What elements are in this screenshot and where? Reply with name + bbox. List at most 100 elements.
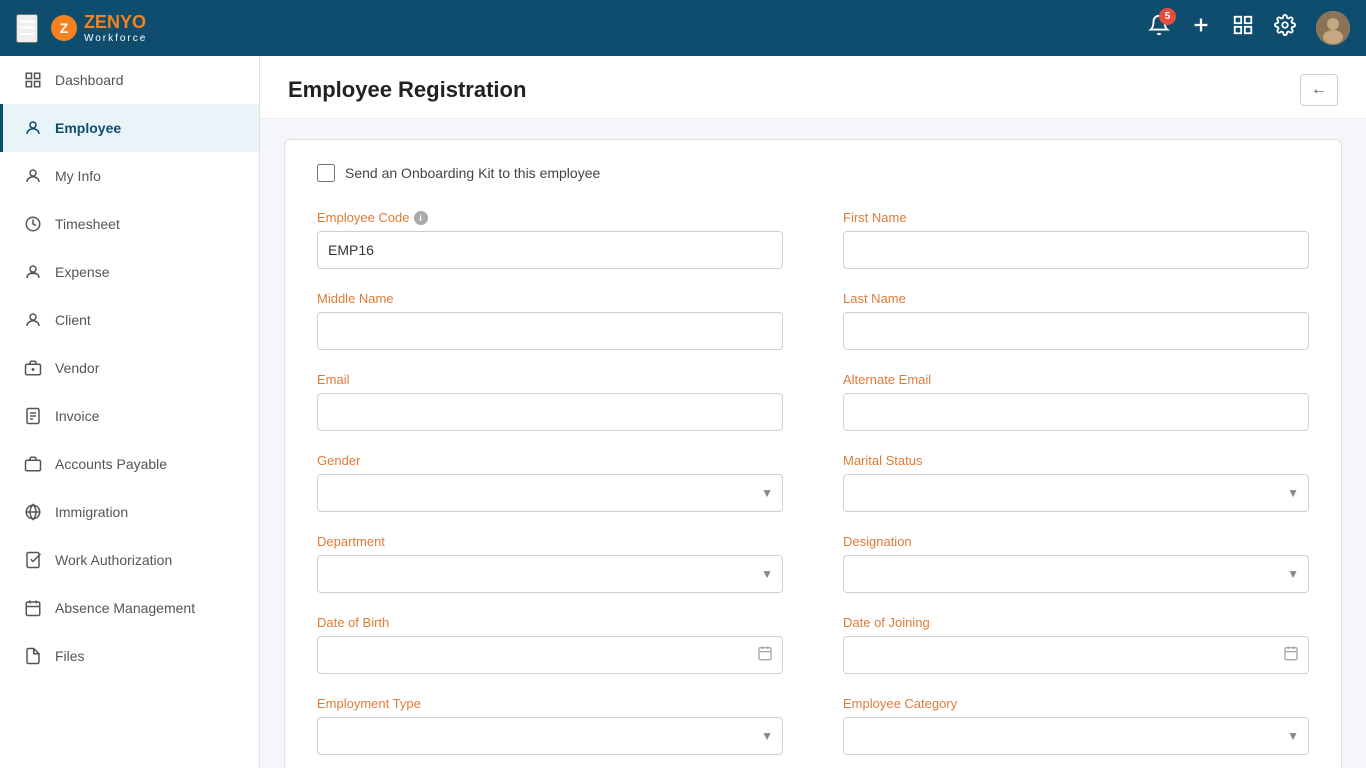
dob-date-wrap — [317, 636, 783, 674]
sidebar-item-client[interactable]: Client — [0, 296, 259, 344]
sidebar-item-label: Accounts Payable — [55, 456, 167, 472]
sidebar-item-label: Client — [55, 312, 91, 328]
sidebar-item-accounts-payable[interactable]: Accounts Payable — [0, 440, 259, 488]
sidebar-item-myinfo[interactable]: My Info — [0, 152, 259, 200]
dob-label: Date of Birth — [317, 615, 783, 630]
sidebar-item-expense[interactable]: Expense — [0, 248, 259, 296]
middle-name-field: Middle Name — [317, 291, 783, 350]
sidebar: Dashboard Employee My Info — [0, 56, 260, 768]
hamburger-button[interactable]: ☰ — [16, 14, 38, 43]
doj-input[interactable] — [843, 636, 1309, 674]
grid-button[interactable] — [1232, 14, 1254, 42]
employee-category-select-wrap: ▼ — [843, 717, 1309, 755]
back-button[interactable]: ← — [1300, 74, 1338, 106]
settings-button[interactable] — [1274, 14, 1296, 42]
dob-input[interactable] — [317, 636, 783, 674]
employee-category-field: Employee Category ▼ — [843, 696, 1309, 755]
main-layout: Dashboard Employee My Info — [0, 56, 1366, 768]
doj-field: Date of Joining — [843, 615, 1309, 674]
page-header: Employee Registration ← — [260, 56, 1366, 119]
svg-text:Z: Z — [60, 20, 69, 36]
vendor-icon — [23, 358, 43, 378]
onboarding-row: Send an Onboarding Kit to this employee — [317, 164, 1309, 182]
dashboard-icon — [23, 70, 43, 90]
page-title: Employee Registration — [288, 77, 526, 103]
marital-status-label: Marital Status — [843, 453, 1309, 468]
employment-type-field: Employment Type ▼ — [317, 696, 783, 755]
sidebar-item-vendor[interactable]: Vendor — [0, 344, 259, 392]
employee-category-label: Employee Category — [843, 696, 1309, 711]
last-name-input[interactable] — [843, 312, 1309, 350]
logo: Z ZENYO Workforce — [50, 13, 147, 44]
designation-label: Designation — [843, 534, 1309, 549]
onboarding-checkbox[interactable] — [317, 164, 335, 182]
employment-type-select[interactable] — [317, 717, 783, 755]
employee-code-input[interactable] — [317, 231, 783, 269]
sidebar-item-label: My Info — [55, 168, 101, 184]
employee-category-select[interactable] — [843, 717, 1309, 755]
department-select[interactable] — [317, 555, 783, 593]
sidebar-item-dashboard[interactable]: Dashboard — [0, 56, 259, 104]
marital-status-select[interactable]: Single Married — [843, 474, 1309, 512]
form-container: Send an Onboarding Kit to this employee … — [284, 139, 1342, 768]
add-button[interactable] — [1190, 14, 1212, 42]
sidebar-item-label: Work Authorization — [55, 552, 172, 568]
last-name-label: Last Name — [843, 291, 1309, 306]
workauth-icon — [23, 550, 43, 570]
gender-select[interactable]: Male Female Other — [317, 474, 783, 512]
client-icon — [23, 310, 43, 330]
onboarding-label[interactable]: Send an Onboarding Kit to this employee — [345, 165, 600, 181]
email-field: Email — [317, 372, 783, 431]
back-icon: ← — [1311, 81, 1327, 98]
alternate-email-label: Alternate Email — [843, 372, 1309, 387]
gender-label: Gender — [317, 453, 783, 468]
notification-button[interactable]: 5 — [1148, 14, 1170, 42]
sidebar-item-label: Absence Management — [55, 600, 195, 616]
sidebar-item-label: Vendor — [55, 360, 99, 376]
sidebar-item-label: Invoice — [55, 408, 99, 424]
alternate-email-field: Alternate Email — [843, 372, 1309, 431]
employee-code-label: Employee Code i — [317, 210, 783, 225]
user-avatar[interactable] — [1316, 11, 1350, 45]
sidebar-item-work-authorization[interactable]: Work Authorization — [0, 536, 259, 584]
avatar-initials — [1316, 11, 1350, 45]
designation-select-wrap: ▼ — [843, 555, 1309, 593]
employee-icon — [23, 118, 43, 138]
designation-field: Designation ▼ — [843, 534, 1309, 593]
designation-select[interactable] — [843, 555, 1309, 593]
sidebar-item-label: Immigration — [55, 504, 128, 520]
sidebar-item-timesheet[interactable]: Timesheet — [0, 200, 259, 248]
email-label: Email — [317, 372, 783, 387]
logo-icon: Z — [50, 14, 78, 42]
employee-code-field: Employee Code i — [317, 210, 783, 269]
sidebar-item-immigration[interactable]: Immigration — [0, 488, 259, 536]
employment-type-select-wrap: ▼ — [317, 717, 783, 755]
alternate-email-input[interactable] — [843, 393, 1309, 431]
sidebar-item-label: Timesheet — [55, 216, 120, 232]
gender-select-wrap: Male Female Other ▼ — [317, 474, 783, 512]
sidebar-item-invoice[interactable]: Invoice — [0, 392, 259, 440]
logo-subtext: Workforce — [84, 33, 147, 44]
middle-name-input[interactable] — [317, 312, 783, 350]
notification-badge: 5 — [1159, 8, 1176, 25]
email-input[interactable] — [317, 393, 783, 431]
middle-name-label: Middle Name — [317, 291, 783, 306]
first-name-label: First Name — [843, 210, 1309, 225]
employee-code-info-icon[interactable]: i — [414, 211, 428, 225]
gender-field: Gender Male Female Other ▼ — [317, 453, 783, 512]
logo-text: ZENYO — [84, 13, 147, 31]
form-grid: Employee Code i First Name Middle Name — [317, 210, 1309, 768]
employment-type-label: Employment Type — [317, 696, 783, 711]
sidebar-item-absence-management[interactable]: Absence Management — [0, 584, 259, 632]
myinfo-icon — [23, 166, 43, 186]
sidebar-item-employee[interactable]: Employee — [0, 104, 259, 152]
department-field: Department ▼ — [317, 534, 783, 593]
marital-status-field: Marital Status Single Married ▼ — [843, 453, 1309, 512]
first-name-input[interactable] — [843, 231, 1309, 269]
sidebar-item-label: Dashboard — [55, 72, 124, 88]
accounts-icon — [23, 454, 43, 474]
first-name-field: First Name — [843, 210, 1309, 269]
sidebar-item-files[interactable]: Files — [0, 632, 259, 680]
expense-icon — [23, 262, 43, 282]
marital-status-select-wrap: Single Married ▼ — [843, 474, 1309, 512]
